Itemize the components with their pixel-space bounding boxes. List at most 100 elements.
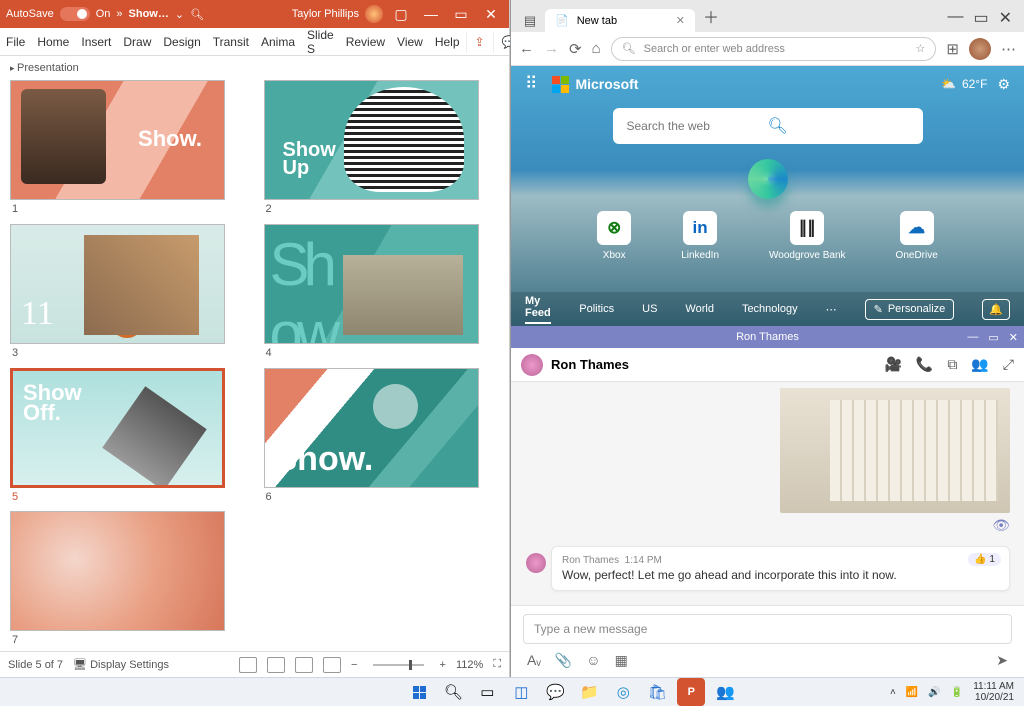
ribbon-tab-review[interactable]: Review (340, 35, 391, 49)
browser-tab[interactable]: 📄 New tab ✕ (545, 9, 695, 32)
close-button[interactable]: ✕ (1009, 331, 1018, 344)
contact-name[interactable]: Ron Thames (551, 357, 629, 372)
tab-close-icon[interactable]: ✕ (676, 14, 685, 27)
ribbon-tab-help[interactable]: Help (429, 35, 466, 49)
feed-tab-more[interactable]: ⋯ (826, 303, 837, 316)
feed-tab-myfeed[interactable]: My Feed (525, 295, 551, 324)
search-submit-icon[interactable]: 🔍︎ (768, 116, 909, 136)
display-settings[interactable]: 🖥 Display Settings (73, 658, 169, 671)
fit-window-icon[interactable]: ⛶ (493, 658, 501, 671)
widgets-icon[interactable]: ◫ (507, 678, 535, 706)
attach-icon[interactable]: 📎 (555, 652, 572, 669)
notifications-icon[interactable]: 🔔 (982, 299, 1010, 320)
tile-onedrive[interactable]: ☁OneDrive (896, 211, 938, 261)
format-icon[interactable]: Aᵥ (527, 652, 541, 669)
refresh-button[interactable]: ⟳ (569, 40, 582, 58)
feed-tab-us[interactable]: US (642, 303, 657, 315)
reaction-badge[interactable]: 👍 1 (968, 553, 1001, 566)
new-tab-button[interactable]: ＋ (695, 0, 727, 32)
user-avatar[interactable] (365, 5, 383, 23)
feed-tab-politics[interactable]: Politics (579, 303, 614, 315)
profile-avatar[interactable] (969, 38, 991, 60)
audio-call-icon[interactable]: 📞 (916, 356, 933, 373)
collections-icon[interactable]: ⊞ (946, 40, 959, 58)
user-name[interactable]: Taylor Phillips (292, 8, 359, 20)
powerpoint-icon[interactable]: P (677, 678, 705, 706)
tab-actions-icon[interactable]: ▤ (519, 10, 541, 32)
slide-thumb-6[interactable]: Show.6 (264, 368, 500, 508)
maximize-button[interactable]: ▭ (988, 331, 998, 344)
autosave-toggle[interactable] (60, 7, 90, 21)
ribbon-tab-transit[interactable]: Transit (207, 35, 255, 49)
reading-view-icon[interactable] (295, 657, 313, 673)
start-button[interactable] (405, 678, 433, 706)
ribbon-tab-draw[interactable]: Draw (117, 35, 157, 49)
edge-icon[interactable]: ◎ (609, 678, 637, 706)
task-view-icon[interactable]: ▭ (473, 678, 501, 706)
ribbon-tab-design[interactable]: Design (157, 35, 206, 49)
chat-message[interactable]: Ron Thames 1:14 PM Wow, perfect! Let me … (551, 546, 1010, 591)
doc-title[interactable]: Show… (129, 8, 169, 20)
add-people-icon[interactable]: 👥 (971, 356, 988, 373)
panel-header[interactable]: Presentation (0, 56, 509, 80)
video-call-icon[interactable]: 🎥 (884, 356, 901, 373)
gif-icon[interactable]: ▦ (615, 652, 628, 669)
slide-thumb-7[interactable]: 7 (10, 511, 246, 651)
ribbon-tab-home[interactable]: Home (31, 35, 75, 49)
feed-tab-world[interactable]: World (685, 303, 714, 315)
minimize-button[interactable]: — (947, 8, 963, 28)
share-icon[interactable]: ⇪ (466, 31, 493, 53)
tray-chevron-icon[interactable]: ˄ (890, 687, 896, 698)
normal-view-icon[interactable] (239, 657, 257, 673)
wifi-icon[interactable]: 📶 (906, 687, 918, 698)
tile-woodgrove[interactable]: ∥∥Woodgrove Bank (769, 211, 846, 261)
battery-icon[interactable]: 🔋 (951, 687, 963, 698)
clock[interactable]: 11:11 AM 10/20/21 (973, 681, 1014, 703)
close-button[interactable]: ✕ (479, 6, 503, 23)
emoji-icon[interactable]: ☺ (586, 652, 600, 669)
zoom-level[interactable]: 112% (456, 659, 483, 671)
screen-share-icon[interactable]: ⧉ (947, 356, 957, 373)
volume-icon[interactable]: 🔊 (928, 687, 940, 698)
sorter-view-icon[interactable] (267, 657, 285, 673)
ribbon-tab-anima[interactable]: Anima (255, 35, 301, 49)
page-settings-icon[interactable]: ⚙ (997, 76, 1010, 93)
ntp-search-box[interactable]: Search the web 🔍︎ (613, 108, 923, 144)
tile-xbox[interactable]: ⊗Xbox (597, 211, 631, 261)
favorite-icon[interactable]: ☆ (916, 42, 926, 55)
slide-thumb-4[interactable]: Sh ow4 (264, 224, 500, 364)
home-button[interactable]: ⌂ (592, 40, 601, 57)
forward-button[interactable]: → (544, 40, 559, 57)
close-button[interactable]: ✕ (999, 8, 1012, 28)
feed-tab-technology[interactable]: Technology (742, 303, 798, 315)
maximize-button[interactable]: ▭ (973, 8, 988, 28)
zoom-slider[interactable] (373, 664, 423, 666)
slide-thumb-1[interactable]: Show.1 (10, 80, 246, 220)
slide-thumb-5[interactable]: Show Off.5 (10, 368, 246, 508)
teams-icon[interactable]: 👥 (711, 678, 739, 706)
qat-more-icon[interactable]: » (116, 8, 122, 20)
send-button[interactable]: ➤ (996, 652, 1008, 669)
ribbon-tab-slideshow[interactable]: Slide S (301, 28, 340, 56)
tile-linkedin[interactable]: inLinkedIn (681, 211, 719, 261)
store-icon[interactable]: 🛍 (643, 678, 671, 706)
back-button[interactable]: ← (519, 40, 534, 57)
minimize-button[interactable]: — (419, 6, 443, 22)
message-input[interactable]: Type a new message (523, 614, 1012, 644)
ribbon-tab-view[interactable]: View (391, 35, 429, 49)
zoom-out-button[interactable]: − (351, 659, 357, 671)
slide-thumb-2[interactable]: Show Up2 (264, 80, 500, 220)
chat-image-attachment[interactable] (780, 388, 1010, 513)
slideshow-view-icon[interactable] (323, 657, 341, 673)
chat-icon[interactable]: 💬 (541, 678, 569, 706)
slide-counter[interactable]: Slide 5 of 7 (8, 659, 63, 671)
taskbar-search-icon[interactable]: 🔍︎ (439, 678, 467, 706)
weather-widget[interactable]: ⛅ 62°F (941, 77, 987, 91)
address-bar[interactable]: 🔍︎ Search or enter web address ☆ (611, 37, 937, 61)
popout-icon[interactable]: ⤢ (1003, 356, 1014, 373)
minimize-button[interactable]: — (967, 331, 978, 344)
maximize-button[interactable]: ▭ (449, 6, 473, 23)
contact-avatar[interactable] (521, 354, 543, 376)
menu-icon[interactable]: ⋯ (1001, 40, 1016, 58)
personalize-button[interactable]: ✎ Personalize (865, 299, 955, 320)
